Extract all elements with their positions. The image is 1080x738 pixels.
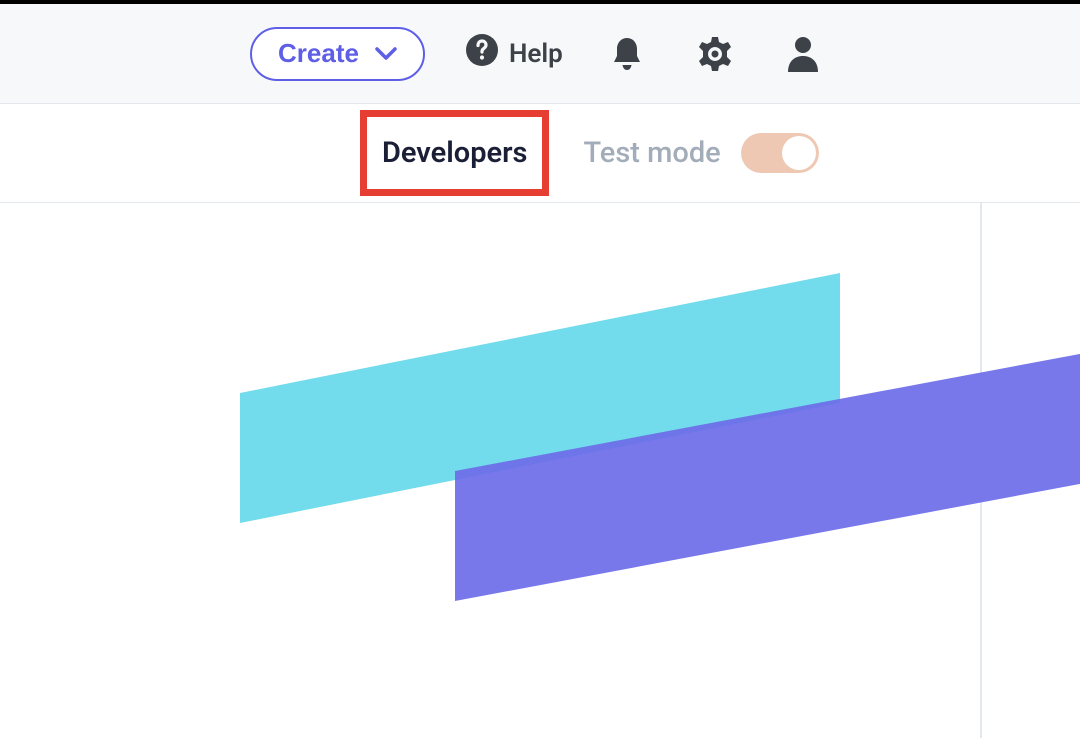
developers-link[interactable]: Developers <box>370 128 539 178</box>
notifications-button[interactable] <box>603 35 651 73</box>
sub-bar: Developers Test mode <box>0 104 1080 203</box>
test-mode-toggle[interactable]: Test mode <box>583 133 818 173</box>
decorative-stripe-indigo <box>455 353 1080 603</box>
user-icon <box>786 35 820 73</box>
help-label: Help <box>509 39 563 69</box>
toggle-knob <box>782 136 816 170</box>
developers-label: Developers <box>382 136 527 170</box>
content-area <box>0 203 1080 738</box>
create-button-label: Create <box>278 38 359 69</box>
toggle-switch-icon <box>741 133 819 173</box>
bell-icon <box>610 35 644 73</box>
top-bar: Create Help <box>0 4 1080 104</box>
help-icon <box>465 33 499 74</box>
chevron-down-icon <box>375 47 397 61</box>
account-button[interactable] <box>779 35 827 73</box>
settings-button[interactable] <box>691 35 739 73</box>
help-button[interactable]: Help <box>465 33 563 74</box>
create-button[interactable]: Create <box>250 27 425 81</box>
test-mode-label: Test mode <box>583 136 720 170</box>
gear-icon <box>696 35 734 73</box>
